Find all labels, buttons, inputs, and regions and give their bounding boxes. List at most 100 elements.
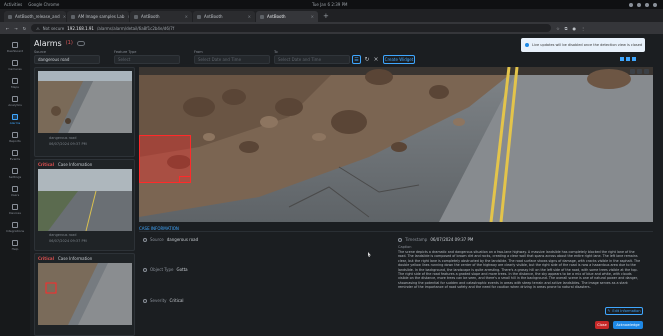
nav-item-integrations[interactable]: Integrations xyxy=(3,222,27,236)
severity-label: Severity xyxy=(150,298,167,303)
nav-item-reports[interactable]: Reports xyxy=(3,132,27,146)
card-timestamp: 06/07/2024 09:37 PM xyxy=(49,142,87,146)
reload-icon[interactable]: ↻ xyxy=(23,26,26,31)
clear-filter-icon[interactable]: × xyxy=(372,55,380,64)
severity-row: Severity Critical xyxy=(143,298,184,303)
nav-item-cameras[interactable]: Cameras xyxy=(3,60,27,74)
severity-icon xyxy=(143,298,147,303)
nav-item-maps[interactable]: Maps xyxy=(3,78,27,92)
nav-item-events[interactable]: Events xyxy=(3,150,27,164)
card-title: Case Information xyxy=(58,256,93,261)
edit-information-button[interactable]: ✎ Edit Information xyxy=(605,307,643,315)
nav-item-help[interactable]: Help xyxy=(3,240,27,254)
acknowledge-button[interactable]: Acknowledge xyxy=(613,321,643,329)
not-secure-icon[interactable]: ⚠ xyxy=(36,26,40,31)
close-tab-icon[interactable]: × xyxy=(311,14,314,19)
os-top-bar: Activities Google Chrome Tue Jan 6 2:39 … xyxy=(0,0,663,9)
close-tab-icon[interactable]: × xyxy=(63,14,66,19)
address-bar[interactable]: ⚠ Not secure 192.168.1.91 /alarms/alarm/… xyxy=(31,24,552,32)
browser-menu-icon[interactable]: ⋮ xyxy=(581,26,585,31)
device-icon xyxy=(12,204,18,210)
detection-label-box xyxy=(179,176,191,183)
refresh-icon[interactable]: ↻ xyxy=(363,55,371,64)
alarm-count-badge: (1) xyxy=(65,40,73,46)
power-icon[interactable] xyxy=(653,2,657,7)
browser-tab-active[interactable]: AntBooth × xyxy=(256,11,318,22)
source-select[interactable]: dangerous road xyxy=(34,55,100,64)
card-source: dangerous road xyxy=(49,136,77,140)
extensions-icon[interactable]: ⧉ xyxy=(565,26,568,31)
alarm-card[interactable]: Critical Case Information xyxy=(34,253,135,336)
nav-item-dashboard[interactable]: Dashboard xyxy=(3,42,27,56)
fullscreen-icon[interactable] xyxy=(632,57,636,61)
volume-icon[interactable] xyxy=(637,2,641,7)
clock[interactable]: Tue Jan 6 2:39 PM xyxy=(312,2,347,7)
create-widget-button[interactable]: Create Widget xyxy=(383,55,415,64)
grid-view-icon[interactable] xyxy=(620,57,624,61)
profile-icon[interactable]: ● xyxy=(573,26,577,31)
activities-button[interactable]: Activities xyxy=(4,2,22,7)
timestamp-label: Timestamp xyxy=(405,237,428,242)
alarm-thumbnail xyxy=(38,263,132,325)
object-type-label: Object Type xyxy=(150,267,174,272)
list-view-icon[interactable] xyxy=(626,57,630,61)
back-icon[interactable]: ← xyxy=(6,26,9,31)
alarm-card[interactable]: dangerous road 06/07/2024 09:37 PM xyxy=(34,67,135,157)
favicon-icon xyxy=(71,14,75,19)
event-icon xyxy=(12,150,18,156)
browser-tab[interactable]: AntBooth × xyxy=(130,11,192,22)
source-icon xyxy=(143,237,147,242)
nav-item-analytics[interactable]: Analytics xyxy=(3,96,27,110)
new-tab-button[interactable]: + xyxy=(319,11,333,22)
card-header: Critical Case Information xyxy=(38,162,92,167)
clock-icon xyxy=(398,237,402,242)
security-label: Not secure xyxy=(42,25,65,31)
toast-text: Live updates will be disabled once the d… xyxy=(532,43,643,47)
zoom-in-icon[interactable] xyxy=(630,69,635,74)
page-header: Alarms (1) xyxy=(34,36,85,50)
nav-item-settings[interactable]: Settings xyxy=(3,168,27,182)
forward-icon[interactable]: → xyxy=(14,26,17,31)
alarm-card[interactable]: Critical Case Information dangerous road… xyxy=(34,159,135,251)
browser-toolbar: ← → ↻ ⚠ Not secure 192.168.1.91 /alarms/… xyxy=(0,22,663,34)
nav-item-users[interactable]: Users xyxy=(3,186,27,200)
url-host: 192.168.1.91 xyxy=(67,25,94,31)
browser-tab-strip: AntBooth_release_and × AM Image samples L… xyxy=(0,9,663,22)
feature-type-select[interactable]: Select xyxy=(114,55,180,64)
object-type-icon xyxy=(143,267,147,272)
nav-item-alarms[interactable]: Alarms xyxy=(3,114,27,128)
close-button[interactable]: Close xyxy=(595,321,609,329)
object-type-row: Object Type Gotta xyxy=(143,267,188,272)
browser-tab[interactable]: AM Image samples Lab× xyxy=(67,11,129,22)
filter-label-feature-type: Feature Type xyxy=(114,50,137,54)
alarm-image[interactable] xyxy=(139,67,653,222)
timestamp-row: Timestamp 06/07/2024 09:37 PM xyxy=(398,237,473,242)
expand-icon[interactable] xyxy=(644,69,649,74)
close-tab-icon[interactable]: × xyxy=(248,14,251,19)
alarm-list[interactable]: dangerous road 06/07/2024 09:37 PM Criti… xyxy=(34,67,135,336)
info-icon xyxy=(525,43,529,47)
dashboard-icon xyxy=(12,42,18,48)
info-toast: Live updates will be disabled once the d… xyxy=(521,38,645,52)
close-tab-icon[interactable]: × xyxy=(185,14,188,19)
url-path: /alarms/alarm/detail/6a8f1c2b4e/d6/7f xyxy=(96,25,175,31)
browser-tab[interactable]: AntBooth × xyxy=(193,11,255,22)
card-source: dangerous road xyxy=(49,233,77,237)
active-app-label: Google Chrome xyxy=(28,2,60,7)
to-datetime-input[interactable]: Select Date and Time xyxy=(274,55,350,64)
battery-icon[interactable] xyxy=(645,2,649,7)
from-datetime-input[interactable]: Select Date and Time xyxy=(194,55,270,64)
favicon-icon xyxy=(8,14,12,19)
bell-icon xyxy=(12,114,18,120)
chart-icon xyxy=(12,96,18,102)
apply-filter-button[interactable]: ☰ xyxy=(352,55,361,64)
timestamp-value: 06/07/2024 09:37 PM xyxy=(430,237,474,242)
browser-tab[interactable]: AntBooth_release_and × xyxy=(4,11,66,22)
nav-item-devices[interactable]: Devices xyxy=(3,204,27,218)
live-toggle[interactable] xyxy=(76,40,85,46)
zoom-out-icon[interactable] xyxy=(637,69,642,74)
close-tab-icon[interactable]: × xyxy=(127,14,129,19)
network-icon[interactable] xyxy=(629,2,633,7)
view-controls xyxy=(620,57,636,61)
bookmark-star-icon[interactable]: ☆ xyxy=(556,26,560,31)
